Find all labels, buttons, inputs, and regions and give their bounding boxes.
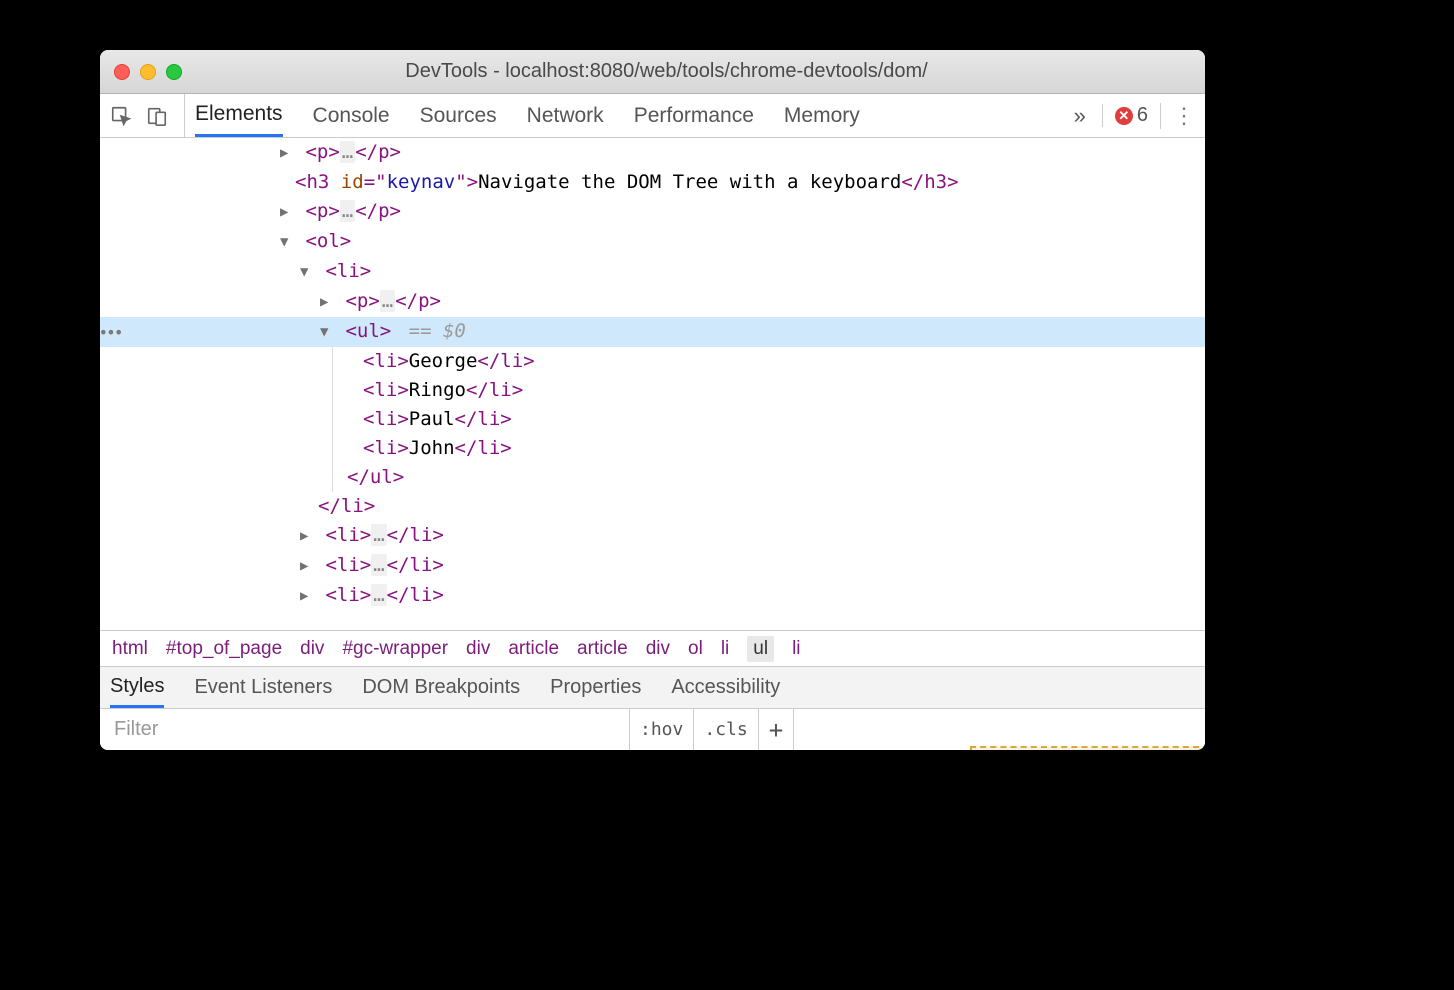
crumb-ul[interactable]: ul [747, 636, 774, 662]
subtab-event-listeners[interactable]: Event Listeners [194, 667, 332, 708]
dom-node[interactable]: <h3 id="keynav">Navigate the DOM Tree wi… [100, 168, 1205, 197]
close-icon[interactable] [114, 64, 130, 80]
crumb-li[interactable]: li [792, 638, 800, 660]
subtab-properties[interactable]: Properties [550, 667, 641, 708]
dom-node[interactable]: ▼ <ol> [100, 227, 1205, 257]
tab-console[interactable]: Console [313, 94, 390, 137]
crumb-gc-wrapper[interactable]: #gc-wrapper [342, 638, 448, 660]
disclosure-expanded-icon[interactable]: ▼ [300, 258, 314, 287]
dom-node[interactable]: ▶ <p>…</p> [100, 197, 1205, 227]
dom-node[interactable]: ▶ <p>…</p> [100, 138, 1205, 168]
disclosure-collapsed-icon[interactable]: ▶ [300, 582, 314, 611]
cls-button[interactable]: .cls [694, 709, 758, 750]
dom-tree[interactable]: ▶ <p>…</p> <h3 id="keynav">Navigate the … [100, 138, 1205, 630]
subtab-dom-breakpoints[interactable]: DOM Breakpoints [362, 667, 520, 708]
panel-tabs: Elements Console Sources Network Perform… [195, 94, 1070, 137]
dom-node[interactable]: ▶ <p>…</p> [100, 287, 1205, 317]
dom-node[interactable]: ▶ <li>…</li> [100, 551, 1205, 581]
inspect-element-icon[interactable] [110, 105, 132, 127]
crumb-div[interactable]: div [300, 638, 324, 660]
new-style-rule-button[interactable]: + [759, 709, 794, 750]
dom-node[interactable]: <li>Ringo</li> [333, 376, 1205, 405]
breadcrumb: html #top_of_page div #gc-wrapper div ar… [100, 630, 1205, 666]
dom-node[interactable]: <li>John</li> [333, 434, 1205, 463]
hov-button[interactable]: :hov [630, 709, 694, 750]
crumb-div[interactable]: div [646, 638, 670, 660]
dom-node[interactable]: </li> [100, 492, 1205, 521]
crumb-top-of-page[interactable]: #top_of_page [166, 638, 282, 660]
window-title: DevTools - localhost:8080/web/tools/chro… [202, 60, 1131, 83]
devtools-window: DevTools - localhost:8080/web/tools/chro… [100, 50, 1205, 750]
tab-sources[interactable]: Sources [420, 94, 497, 137]
error-badge[interactable]: ✕ 6 [1102, 104, 1148, 127]
tab-memory[interactable]: Memory [784, 94, 860, 137]
traffic-lights [114, 64, 182, 80]
subtab-styles[interactable]: Styles [110, 667, 164, 708]
disclosure-expanded-icon[interactable]: ▼ [320, 318, 334, 347]
error-count: 6 [1137, 104, 1148, 127]
tab-network[interactable]: Network [527, 94, 604, 137]
disclosure-collapsed-icon[interactable]: ▶ [320, 288, 334, 317]
disclosure-expanded-icon[interactable]: ▼ [280, 228, 294, 257]
dom-node[interactable]: ▶ <li>…</li> [100, 521, 1205, 551]
tab-elements[interactable]: Elements [195, 94, 283, 137]
dom-node[interactable]: <li>George</li> [333, 347, 1205, 376]
error-icon: ✕ [1115, 107, 1133, 125]
dom-node[interactable]: ▶ <li>…</li> [100, 581, 1205, 611]
gutter-icon[interactable]: ••• [100, 317, 120, 347]
dom-node[interactable]: </ul> [333, 463, 1205, 492]
titlebar: DevTools - localhost:8080/web/tools/chro… [100, 50, 1205, 94]
disclosure-collapsed-icon[interactable]: ▶ [280, 139, 294, 168]
disclosure-collapsed-icon[interactable]: ▶ [300, 552, 314, 581]
sidebar-tabs: Styles Event Listeners DOM Breakpoints P… [100, 666, 1205, 708]
minimize-icon[interactable] [140, 64, 156, 80]
crumb-article[interactable]: article [577, 638, 628, 660]
styles-toolbar: :hov .cls + [100, 708, 1205, 750]
settings-menu-icon[interactable]: ⋮ [1160, 103, 1195, 129]
crumb-ol[interactable]: ol [688, 638, 703, 660]
dom-node[interactable]: ▼ <li> [100, 257, 1205, 287]
crumb-html[interactable]: html [112, 638, 148, 660]
crumb-div[interactable]: div [466, 638, 490, 660]
crumb-article[interactable]: article [508, 638, 559, 660]
crumb-li[interactable]: li [721, 638, 729, 660]
styles-filter-input[interactable] [100, 709, 630, 750]
margin-highlight [970, 746, 1205, 750]
more-tabs-icon[interactable]: » [1070, 103, 1090, 129]
dom-node[interactable]: <li>Paul</li> [333, 405, 1205, 434]
main-toolbar: Elements Console Sources Network Perform… [100, 94, 1205, 138]
disclosure-collapsed-icon[interactable]: ▶ [300, 522, 314, 551]
subtab-accessibility[interactable]: Accessibility [671, 667, 780, 708]
disclosure-collapsed-icon[interactable]: ▶ [280, 198, 294, 227]
maximize-icon[interactable] [166, 64, 182, 80]
dom-node-selected[interactable]: ••• ▼ <ul> == $0 [100, 317, 1205, 347]
device-toolbar-icon[interactable] [146, 105, 168, 127]
tab-performance[interactable]: Performance [634, 94, 754, 137]
